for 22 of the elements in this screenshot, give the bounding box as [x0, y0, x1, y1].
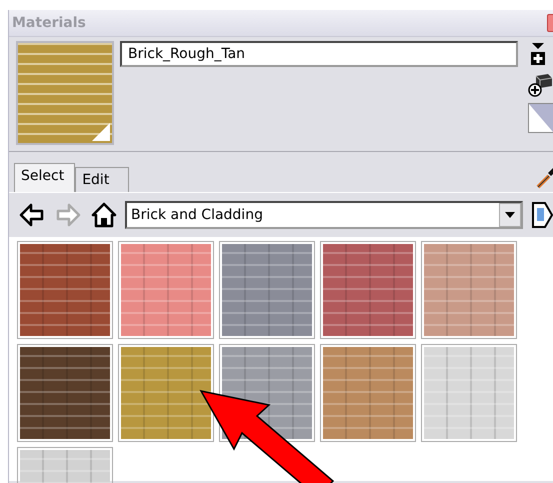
material-swatch[interactable] [121, 347, 211, 439]
triangle-icon[interactable] [528, 103, 553, 133]
box-plus-icon[interactable] [528, 72, 552, 98]
material-swatch[interactable] [424, 244, 514, 336]
material-swatch[interactable] [323, 244, 413, 336]
tab[interactable]: Select [14, 163, 76, 192]
library-dropdown[interactable]: Brick and Cladding [125, 201, 523, 229]
details-arrow-icon[interactable] [531, 201, 553, 229]
home-icon[interactable] [91, 202, 117, 228]
material-swatch[interactable] [20, 347, 110, 439]
dropdown-plus-icon[interactable] [528, 41, 548, 67]
material-swatch[interactable] [424, 347, 514, 439]
back-arrow-icon[interactable] [19, 202, 45, 228]
material-preview[interactable] [16, 41, 114, 145]
material-swatch[interactable] [222, 244, 312, 336]
caret-icon [505, 212, 515, 218]
window-title: Materials [11, 15, 86, 31]
tab[interactable]: Edit [75, 167, 130, 192]
material-name-field[interactable]: Brick_Rough_Tan [120, 41, 518, 67]
material-swatch[interactable] [121, 244, 211, 336]
material-swatch[interactable] [20, 244, 110, 336]
material-swatch[interactable] [323, 347, 413, 439]
